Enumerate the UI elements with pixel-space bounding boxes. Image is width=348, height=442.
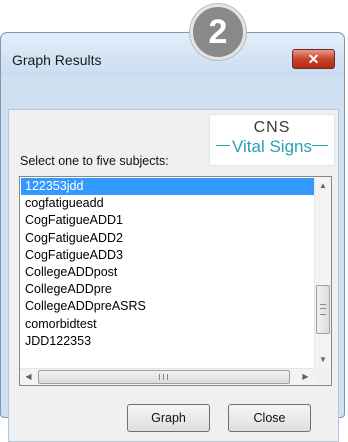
- graph-button[interactable]: Graph: [127, 404, 210, 432]
- subject-list-item[interactable]: CogFatigueADD1: [21, 212, 315, 229]
- close-icon: ✕: [307, 50, 320, 67]
- subject-list-item[interactable]: CollegeADDpreASRS: [21, 298, 315, 315]
- subject-list-item[interactable]: 122353jdd: [21, 178, 315, 196]
- grip-icon: [320, 304, 326, 315]
- subject-list: 122353jdd cogfatigueadd CogFatigueADD1 CogF…: [21, 178, 315, 350]
- horizontal-scroll-thumb[interactable]: [38, 370, 290, 384]
- subject-list-item[interactable]: CollegeADDpost: [21, 264, 315, 281]
- logo-text-cns: CNS: [253, 119, 291, 136]
- title-bar[interactable]: Graph Results ✕: [1, 33, 344, 77]
- subject-list-item[interactable]: CogFatigueADD2: [21, 230, 315, 247]
- horizontal-scrollbar[interactable]: ◀ ▶: [20, 368, 314, 385]
- subject-prompt-label: Select one to five subjects:: [20, 154, 169, 168]
- subject-list-item[interactable]: CogFatigueADD3: [21, 247, 315, 264]
- subject-listbox[interactable]: 122353jdd cogfatigueadd CogFatigueADD1 CogF…: [19, 176, 332, 386]
- scroll-right-arrow-icon[interactable]: ▶: [297, 369, 314, 385]
- cns-vital-signs-logo: CNS Vital Signs: [209, 114, 335, 166]
- vertical-scrollbar[interactable]: ▲ ▼: [314, 177, 331, 368]
- scroll-up-arrow-icon[interactable]: ▲: [315, 177, 331, 194]
- grip-icon: [159, 374, 168, 380]
- scrollbar-corner: [314, 368, 331, 385]
- logo-text-vital-signs: Vital Signs: [231, 137, 312, 156]
- scroll-down-arrow-icon[interactable]: ▼: [315, 351, 331, 368]
- dialog-body: CNS Vital Signs Select one to five subje…: [8, 109, 339, 442]
- window-title: Graph Results: [12, 52, 102, 68]
- scroll-left-arrow-icon[interactable]: ◀: [20, 369, 37, 385]
- close-button[interactable]: Close: [228, 404, 311, 432]
- step-number-badge: 2: [190, 4, 246, 60]
- logo-line-right: [312, 145, 328, 146]
- subject-list-item[interactable]: JDD122353: [21, 333, 315, 350]
- window-close-button[interactable]: ✕: [292, 49, 335, 69]
- subject-list-item[interactable]: comorbidtest: [21, 316, 315, 333]
- subject-list-item[interactable]: cogfatigueadd: [21, 195, 315, 212]
- subject-list-item[interactable]: CollegeADDpre: [21, 281, 315, 298]
- vertical-scroll-thumb[interactable]: [316, 285, 330, 334]
- graph-results-window: Graph Results ✕ CNS Vital Signs Select o…: [0, 32, 345, 442]
